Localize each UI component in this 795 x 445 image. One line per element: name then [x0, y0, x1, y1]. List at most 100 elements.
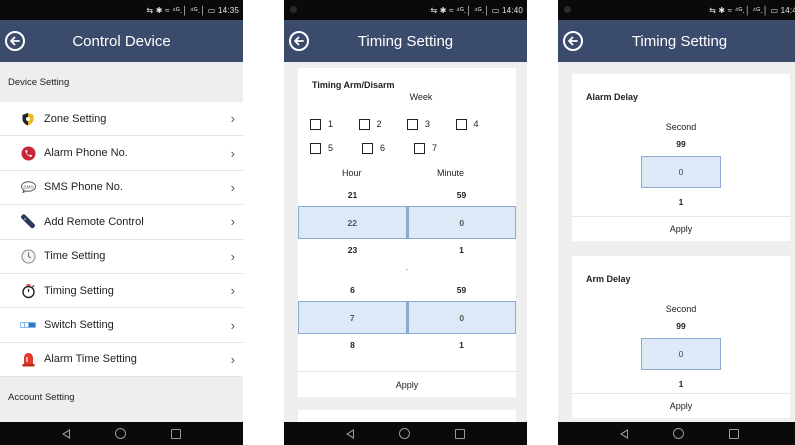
- clock-icon: [20, 248, 36, 264]
- chevron-right-icon: ›: [230, 111, 235, 127]
- chevron-right-icon: ›: [230, 214, 235, 230]
- delay-setting-screen: ⇆ ✱ ≈ ⁴ᴳ.│ ⁴ᴳ.│ ▭ 14:4 Timing Setting Al…: [558, 0, 795, 445]
- zone-shield-icon: [20, 111, 36, 127]
- time-separator: -: [405, 265, 409, 274]
- card-title: Timing Arm/Disarm: [312, 80, 395, 90]
- system-nav-bar: [284, 422, 527, 445]
- day-checkbox-1[interactable]: 1: [310, 118, 359, 130]
- account-setting-header: Account Setting: [0, 377, 243, 418]
- day-checkbox-7[interactable]: 7: [414, 142, 466, 154]
- back-arrow-icon[interactable]: [289, 31, 309, 51]
- status-text: ⇆ ✱ ≈ ⁴ᴳ.│ ⁴ᴳ.│ ▭ 14:4: [709, 5, 795, 15]
- system-nav-bar: [558, 422, 795, 445]
- setting-item-alarm-time[interactable]: Alarm Time Setting ›: [0, 342, 243, 378]
- chevron-right-icon: ›: [230, 351, 235, 367]
- setting-item-label: SMS Phone No.: [44, 181, 123, 194]
- nav-home-icon[interactable]: [398, 428, 410, 439]
- chevron-right-icon: ›: [230, 317, 235, 333]
- svg-text:SMS: SMS: [23, 185, 33, 191]
- nav-recent-icon[interactable]: [728, 428, 739, 439]
- nav-back-icon[interactable]: [620, 428, 629, 439]
- card-title: Alarm Delay: [586, 92, 639, 102]
- device-setting-header: Device Setting: [0, 62, 243, 102]
- apply-button[interactable]: Apply: [572, 393, 790, 418]
- notification-dot-icon: [564, 6, 571, 13]
- minute-label: Minute: [436, 168, 464, 178]
- setting-item-label: Switch Setting: [44, 319, 114, 332]
- hour-selected[interactable]: 7: [298, 301, 407, 334]
- back-arrow-icon[interactable]: [5, 31, 25, 51]
- week-label: Week: [409, 92, 433, 102]
- setting-item-label: Time Setting: [44, 250, 106, 263]
- hour-next: 23: [347, 245, 358, 255]
- setting-item-time[interactable]: Time Setting ›: [0, 239, 243, 274]
- minute-prev: 59: [456, 285, 467, 295]
- weekday-checkboxes: 1 2 3 4 5 6 7: [298, 102, 516, 160]
- setting-item-label: Alarm Phone No.: [44, 147, 128, 160]
- nav-home-icon[interactable]: [672, 428, 684, 439]
- hour-selected[interactable]: 22: [298, 206, 407, 239]
- day-checkbox-3[interactable]: 3: [407, 118, 456, 130]
- setting-item-label: Alarm Time Setting: [44, 353, 137, 366]
- delay-next: 1: [678, 379, 684, 389]
- page-title: Control Device: [72, 32, 171, 50]
- timing-arm-disarm-card: Timing Arm/Disarm Week 1 2 3 4 5 6 7 Hou…: [298, 68, 516, 397]
- next-card-edge: [298, 410, 516, 422]
- time-column-headers: Hour Minute: [298, 160, 516, 178]
- hour-prev: 21: [347, 190, 358, 200]
- apply-button[interactable]: Apply: [572, 216, 790, 241]
- second-label: Second: [665, 122, 697, 132]
- setting-item-sms-phone[interactable]: SMS SMS Phone No. ›: [0, 170, 243, 206]
- chevron-right-icon: ›: [230, 248, 235, 264]
- nav-recent-icon[interactable]: [454, 428, 465, 439]
- disarm-time-picker[interactable]: 6 59 7 0 8 1: [298, 279, 516, 356]
- delay-prev: 99: [676, 321, 686, 331]
- minute-selected[interactable]: 0: [406, 206, 516, 239]
- stopwatch-icon: [20, 283, 36, 299]
- setting-item-alarm-phone[interactable]: Alarm Phone No. ›: [0, 136, 243, 171]
- setting-item-label: Zone Setting: [44, 112, 107, 125]
- settings-list: Zone Setting › Alarm Phone No. › SMS SMS…: [0, 102, 243, 378]
- day-checkbox-4[interactable]: 4: [455, 118, 505, 130]
- minute-prev: 59: [456, 190, 467, 200]
- nav-back-icon[interactable]: [346, 428, 355, 439]
- day-checkbox-6[interactable]: 6: [362, 142, 414, 154]
- setting-item-switch[interactable]: Switch Setting ›: [0, 308, 243, 343]
- status-bar: ⇆ ✱ ≈ ⁴ᴳ.│ ⁴ᴳ.│ ▭ 14:4: [558, 0, 795, 20]
- hour-next: 8: [350, 340, 355, 350]
- apply-button[interactable]: Apply: [298, 371, 516, 397]
- timing-setting-screen: ⇆ ✱ ≈ ⁴ᴳ.│ ⁴ᴳ.│ ▭ 14:40 Timing Setting T…: [284, 0, 527, 445]
- card-title: Arm Delay: [586, 274, 631, 284]
- alarm-siren-icon: [20, 351, 36, 367]
- status-text: ⇆ ✱ ≈ ⁴ᴳ.│ ⁴ᴳ.│ ▭ 14:40: [430, 5, 523, 15]
- sms-icon: SMS: [20, 179, 36, 195]
- nav-recent-icon[interactable]: [170, 428, 181, 439]
- nav-home-icon[interactable]: [114, 428, 126, 439]
- system-nav-bar: [0, 422, 243, 445]
- arm-time-picker[interactable]: 21 59 22 0 23 1: [298, 184, 516, 261]
- status-text: ⇆ ✱ ≈ ⁴ᴳ.│ ⁴ᴳ.│ ▭ 14:35: [146, 5, 239, 15]
- status-bar: ⇆ ✱ ≈ ⁴ᴳ.│ ⁴ᴳ.│ ▭ 14:35: [0, 0, 243, 20]
- setting-item-label: Add Remote Control: [44, 215, 144, 228]
- arm-delay-selected[interactable]: 0: [641, 338, 721, 370]
- day-checkbox-5[interactable]: 5: [310, 142, 362, 154]
- day-checkbox-2[interactable]: 2: [358, 118, 408, 130]
- setting-item-zone[interactable]: Zone Setting ›: [0, 102, 243, 137]
- remote-control-icon: [20, 214, 36, 230]
- page-title: Timing Setting: [631, 32, 728, 50]
- chevron-right-icon: ›: [230, 283, 235, 299]
- minute-selected[interactable]: 0: [406, 301, 516, 334]
- nav-back-icon[interactable]: [62, 428, 71, 439]
- hour-prev: 6: [350, 285, 355, 295]
- second-label: Second: [665, 304, 697, 314]
- setting-item-remote-control[interactable]: Add Remote Control ›: [0, 205, 243, 240]
- app-bar: Timing Setting: [284, 20, 527, 62]
- notification-dot-icon: [290, 6, 297, 13]
- alarm-delay-selected[interactable]: 0: [641, 156, 721, 188]
- alarm-delay-card: Alarm Delay Second 99 0 1 Apply: [572, 74, 790, 241]
- back-arrow-icon[interactable]: [563, 31, 583, 51]
- minute-next: 1: [459, 245, 464, 255]
- chevron-right-icon: ›: [230, 179, 235, 195]
- setting-item-label: Timing Setting: [44, 284, 114, 297]
- setting-item-timing[interactable]: Timing Setting ›: [0, 273, 243, 309]
